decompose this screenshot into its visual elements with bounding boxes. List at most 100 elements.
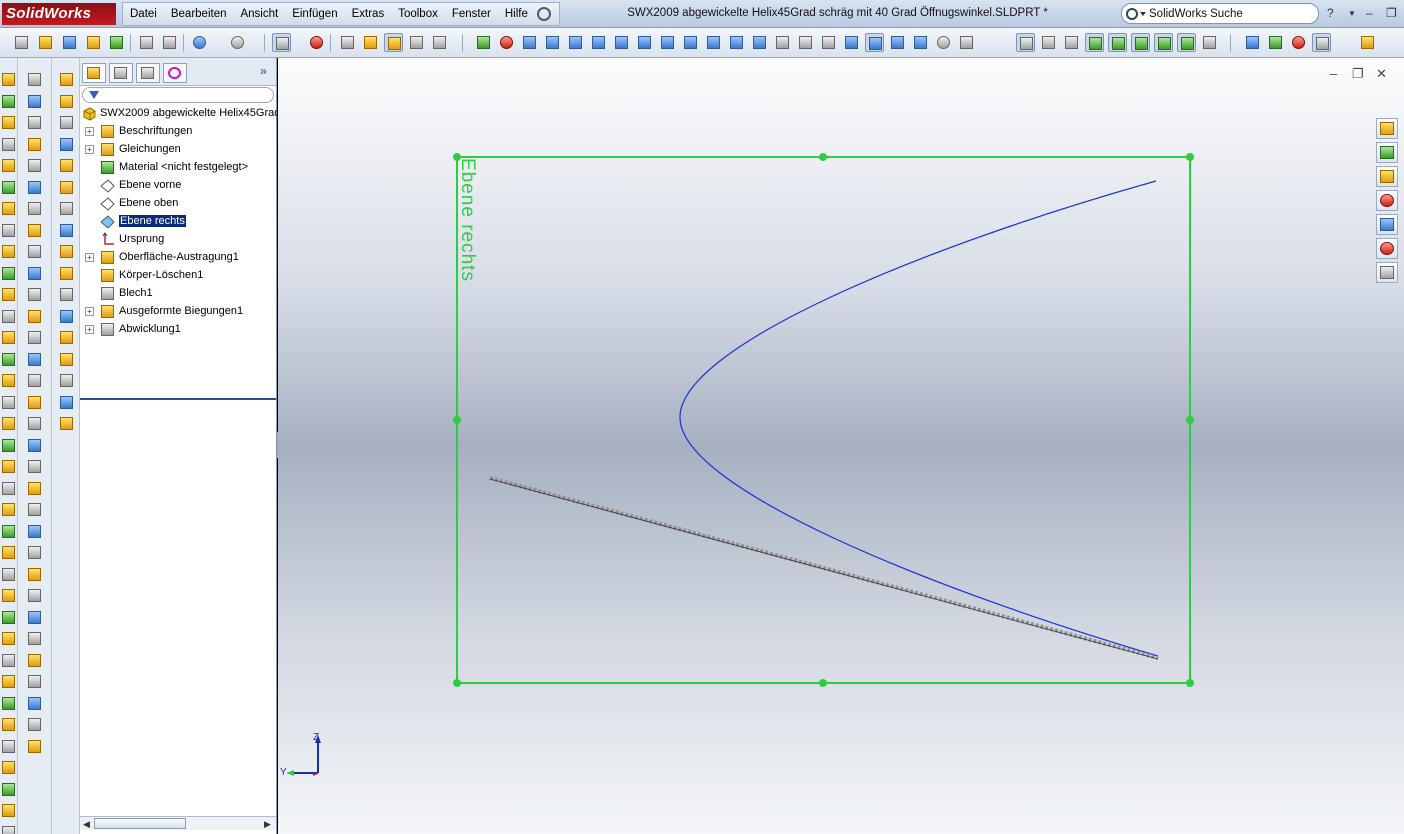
print-preview-button[interactable]	[160, 33, 179, 52]
command-button[interactable]	[1, 94, 17, 110]
command-button[interactable]	[27, 524, 43, 540]
close-document-icon[interactable]: ✕	[1376, 66, 1387, 82]
plane-handle[interactable]	[453, 679, 461, 687]
isometric-view-button[interactable]	[658, 33, 677, 52]
command-button[interactable]	[1, 223, 17, 239]
view-temporary-axes-button[interactable]	[1177, 33, 1196, 52]
tree-item[interactable]: Ursprung	[80, 231, 276, 249]
command-button[interactable]	[1, 696, 17, 712]
make-drawing-button[interactable]	[84, 33, 103, 52]
command-button[interactable]	[1, 760, 17, 776]
command-button[interactable]	[1, 201, 17, 217]
tree-item[interactable]: + Gleichungen	[80, 141, 276, 159]
command-button[interactable]	[59, 223, 75, 239]
command-button[interactable]	[59, 266, 75, 282]
command-button[interactable]	[1, 352, 17, 368]
tree-item[interactable]: + Ausgeformte Biegungen1	[80, 303, 276, 321]
appearance-button[interactable]	[497, 33, 516, 52]
command-button[interactable]	[27, 739, 43, 755]
restore-document-icon[interactable]: ❐	[1352, 66, 1364, 82]
feature-filter-input[interactable]	[82, 87, 274, 103]
command-button[interactable]	[27, 545, 43, 561]
task-pane-design-library[interactable]	[1376, 142, 1398, 163]
shaded-button[interactable]	[865, 33, 884, 52]
wireframe-button[interactable]	[773, 33, 792, 52]
tree-item[interactable]: Blech1	[80, 285, 276, 303]
command-button[interactable]	[27, 115, 43, 131]
command-button[interactable]	[1, 287, 17, 303]
command-button[interactable]	[1, 459, 17, 475]
print-button[interactable]	[137, 33, 156, 52]
command-button[interactable]	[59, 309, 75, 325]
command-button[interactable]	[59, 180, 75, 196]
command-button[interactable]	[1, 674, 17, 690]
task-pane-search[interactable]	[1376, 190, 1398, 211]
command-button[interactable]	[27, 674, 43, 690]
chevron-down-icon[interactable]: ▼	[1348, 9, 1356, 18]
command-button[interactable]	[27, 201, 43, 217]
solidworks-logo[interactable]: SolidWorks	[2, 3, 116, 25]
menu-toolbox[interactable]: Toolbox	[391, 8, 445, 20]
command-button[interactable]	[27, 137, 43, 153]
right-view-button[interactable]	[589, 33, 608, 52]
top-view-button[interactable]	[612, 33, 631, 52]
new-document-button[interactable]	[12, 33, 31, 52]
dimetric-view-button[interactable]	[704, 33, 723, 52]
tab-dimxpert-manager[interactable]	[163, 63, 187, 83]
view-sketches-button[interactable]	[1085, 33, 1104, 52]
command-button[interactable]	[27, 631, 43, 647]
view-sketch-relations-button[interactable]	[1154, 33, 1173, 52]
command-button[interactable]	[1, 266, 17, 282]
horizontal-scrollbar[interactable]: ◀ ▶	[80, 816, 276, 830]
command-button[interactable]	[27, 330, 43, 346]
command-button[interactable]	[59, 287, 75, 303]
sketch-3d-button[interactable]	[430, 33, 449, 52]
trimetric-view-button[interactable]	[681, 33, 700, 52]
tree-item[interactable]: + Beschriftungen	[80, 123, 276, 141]
chevron-down-icon[interactable]	[1140, 11, 1146, 16]
command-button[interactable]	[1, 395, 17, 411]
minimize-icon[interactable]: –	[1366, 6, 1373, 20]
plane-handle[interactable]	[1186, 416, 1194, 424]
left-view-button[interactable]	[566, 33, 585, 52]
tab-configuration-manager[interactable]	[136, 63, 160, 83]
command-button[interactable]	[27, 158, 43, 174]
back-view-button[interactable]	[543, 33, 562, 52]
plane-handle[interactable]	[453, 416, 461, 424]
command-button[interactable]	[27, 567, 43, 583]
command-button[interactable]	[1, 373, 17, 389]
command-button[interactable]	[1, 567, 17, 583]
command-button[interactable]	[27, 459, 43, 475]
command-button[interactable]	[27, 287, 43, 303]
command-button[interactable]	[27, 395, 43, 411]
command-button[interactable]	[1, 330, 17, 346]
scroll-right-icon[interactable]: ▶	[264, 819, 271, 830]
command-button[interactable]	[59, 94, 75, 110]
command-button[interactable]	[27, 588, 43, 604]
graphics-area[interactable]: Ebene rechts Z Y – ❐ ✕	[278, 58, 1404, 834]
tree-item[interactable]: + Abwicklung1	[80, 321, 276, 339]
command-button[interactable]	[1, 72, 17, 88]
menu-einfuegen[interactable]: Einfügen	[285, 8, 344, 20]
command-button[interactable]	[1, 631, 17, 647]
tree-item[interactable]: Ebene oben	[80, 195, 276, 213]
scrollbar-thumb[interactable]	[94, 818, 186, 829]
menu-fenster[interactable]: Fenster	[445, 8, 498, 20]
expand-node-icon[interactable]: +	[85, 325, 94, 334]
section-view-button[interactable]	[750, 33, 769, 52]
shaded-with-edges-button[interactable]	[842, 33, 861, 52]
command-button[interactable]	[1, 115, 17, 131]
tree-item[interactable]: Material <nicht festgelegt>	[80, 159, 276, 177]
command-button[interactable]	[27, 373, 43, 389]
toolbox-button[interactable]	[1266, 33, 1285, 52]
command-button[interactable]	[59, 395, 75, 411]
view-dimensions-button[interactable]	[1200, 33, 1219, 52]
command-button[interactable]	[1, 244, 17, 260]
plane-handle[interactable]	[819, 679, 827, 687]
command-button[interactable]	[1, 803, 17, 819]
normal-to-button[interactable]	[727, 33, 746, 52]
command-button[interactable]	[59, 115, 75, 131]
hidden-lines-removed-button[interactable]	[819, 33, 838, 52]
realview-button[interactable]	[934, 33, 953, 52]
draft-quality-button[interactable]	[888, 33, 907, 52]
